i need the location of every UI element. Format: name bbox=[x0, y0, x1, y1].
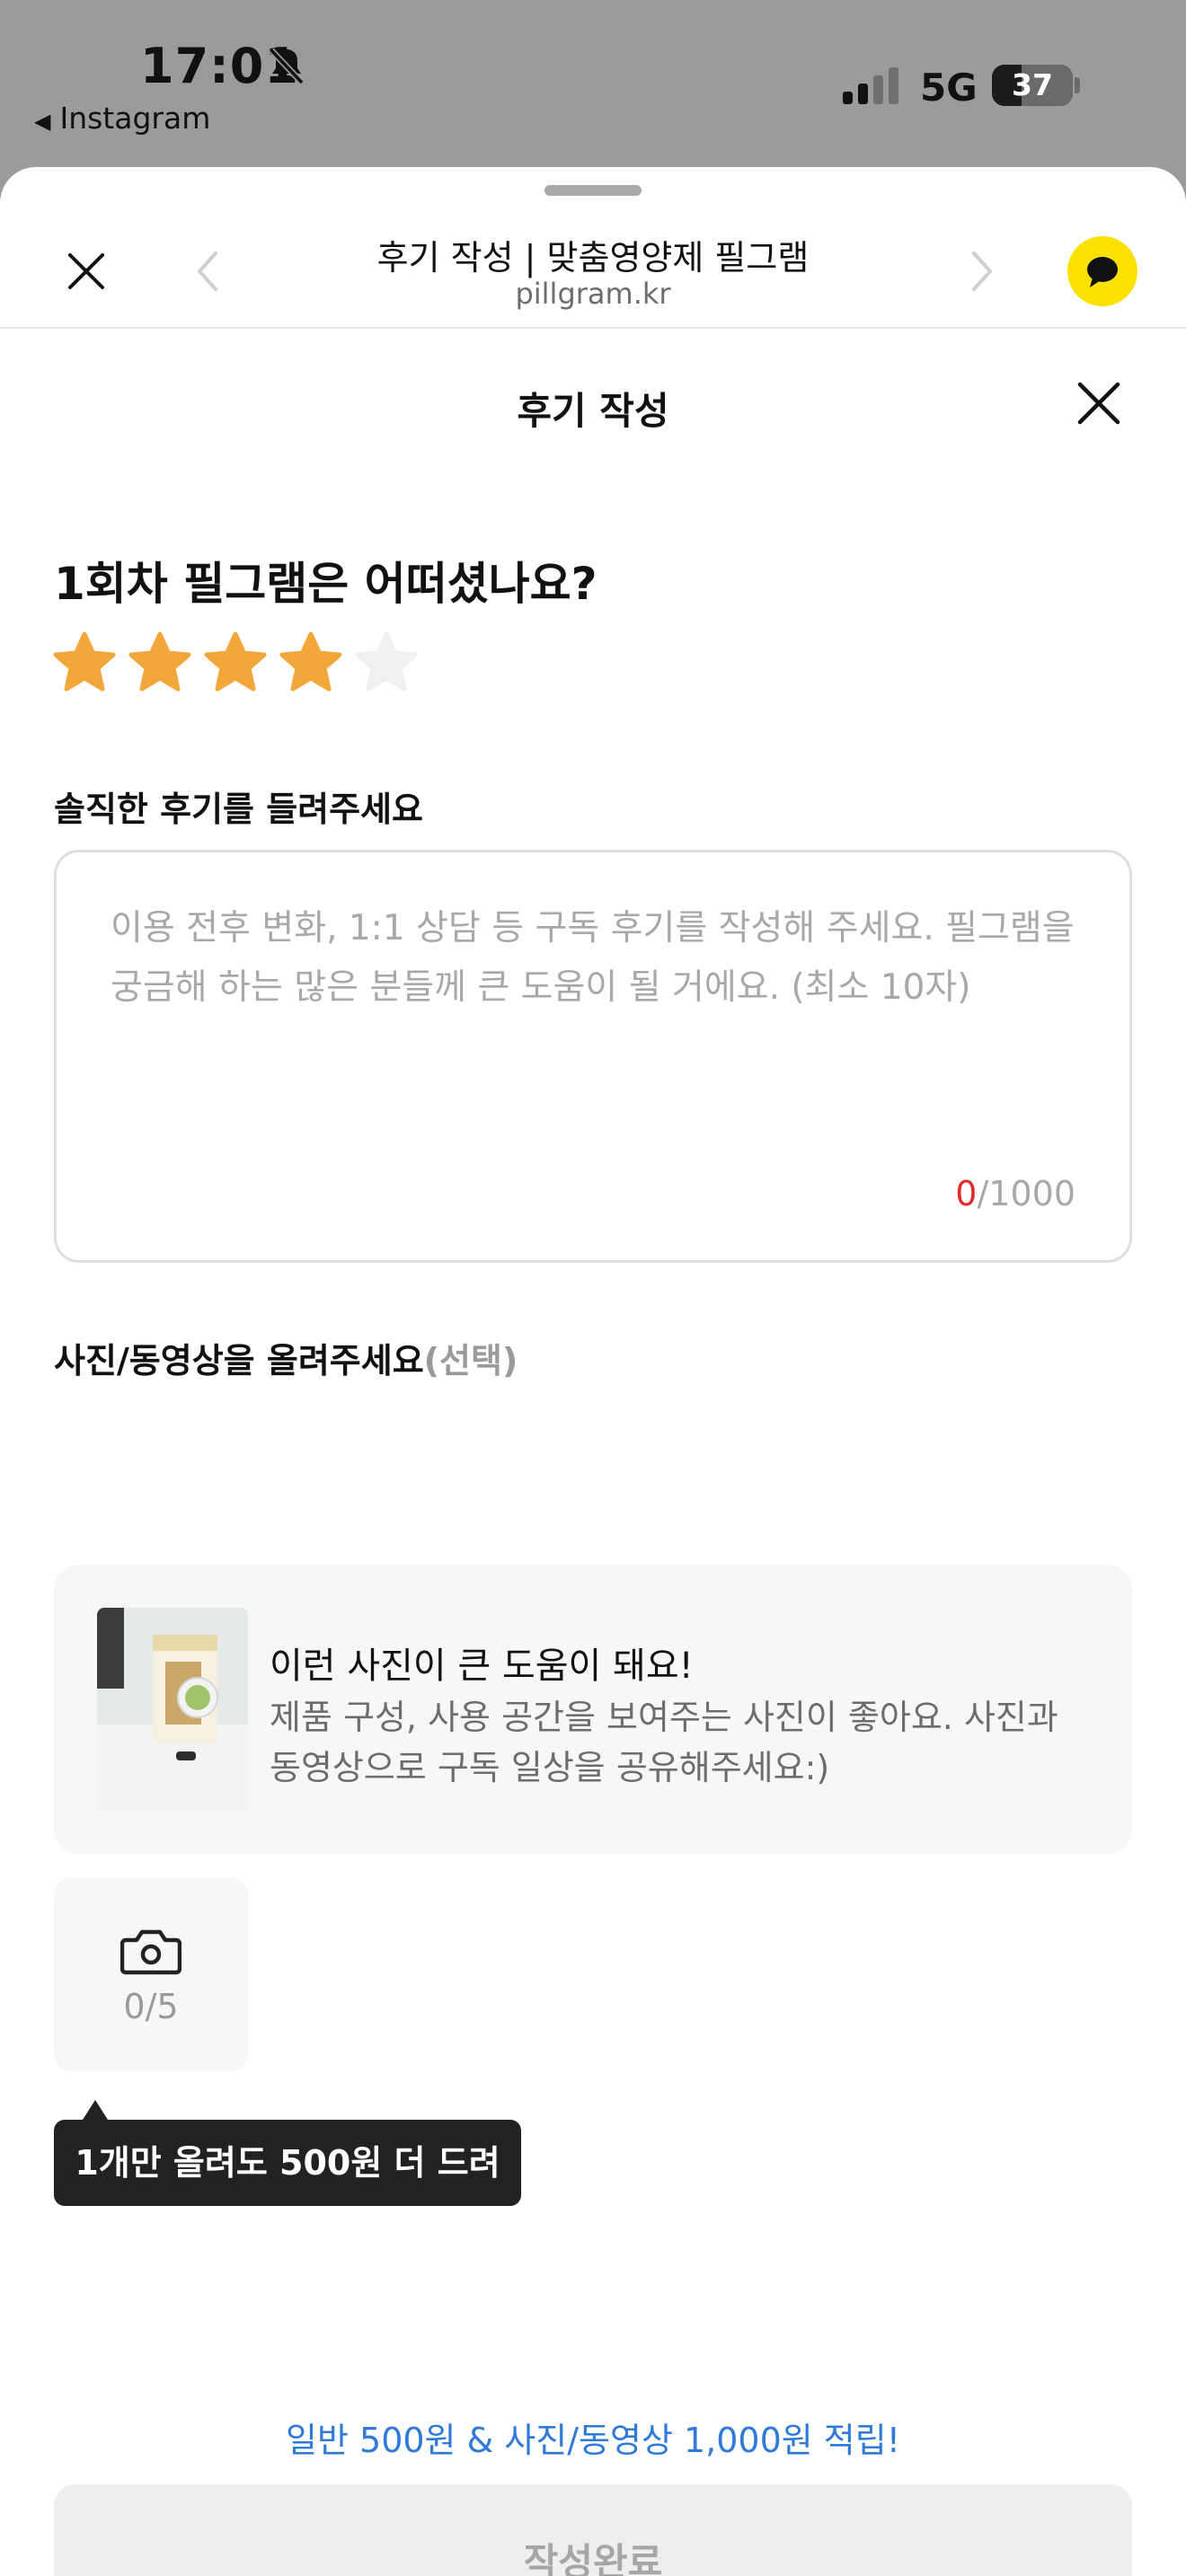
bell-muted-icon bbox=[269, 48, 305, 85]
bonus-tooltip: 1개만 올려도 500원 더 드려요! bbox=[54, 2120, 521, 2269]
character-max: /1000 bbox=[977, 1174, 1075, 1213]
review-label: 솔직한 후기를 들려주세요 bbox=[54, 790, 424, 829]
browser-close-icon[interactable] bbox=[63, 248, 110, 295]
rating-question: 1회차 필그램은 어떠셨나요? bbox=[54, 558, 597, 610]
camera-icon bbox=[120, 1929, 181, 1975]
photo-tip-title: 이런 사진이 큰 도움이 돼요! bbox=[270, 1645, 694, 1687]
star-filled-icon[interactable] bbox=[203, 631, 268, 695]
star-empty-icon[interactable] bbox=[354, 631, 419, 695]
page-title: 후기 작성 bbox=[517, 389, 669, 433]
tooltip-arrow bbox=[83, 2100, 108, 2120]
submit-button[interactable]: 작성완료 bbox=[54, 2484, 1132, 2576]
photo-tip-description: 제품 구성, 사용 공간을 보여주는 사진이 좋아요. 사진과 동영상으로 구독… bbox=[270, 1698, 1058, 1787]
star-filled-icon[interactable] bbox=[128, 631, 192, 695]
photo-upload-button[interactable]: 0/5 bbox=[54, 1877, 248, 2071]
browser-forward-icon[interactable] bbox=[969, 250, 996, 293]
back-to-app-link[interactable]: ◀ Instagram bbox=[34, 101, 210, 136]
media-label: 사진/동영상을 올려주세요(선택) bbox=[54, 1333, 518, 1382]
cellular-signal-icon bbox=[843, 67, 898, 104]
kakao-chat-button[interactable] bbox=[1067, 236, 1137, 306]
signal-bar bbox=[873, 75, 883, 104]
character-counter: 0/1000 bbox=[955, 1174, 1075, 1213]
example-photo-thumbnail bbox=[97, 1608, 248, 1811]
star-filled-icon[interactable] bbox=[52, 631, 117, 695]
signal-bar bbox=[843, 92, 853, 104]
reward-info: 일반 500원 & 사진/동영상 1,000원 적립! bbox=[286, 2421, 900, 2460]
close-icon[interactable] bbox=[1075, 379, 1123, 428]
star-filled-icon[interactable] bbox=[279, 631, 343, 695]
back-app-label: Instagram bbox=[59, 101, 211, 136]
back-triangle-icon: ◀ bbox=[34, 109, 51, 134]
character-count: 0 bbox=[955, 1174, 978, 1213]
in-app-browser-bar: 후기 작성 | 맞춤영양제 필그램 pillgram.kr bbox=[0, 167, 1186, 329]
review-textarea[interactable] bbox=[111, 899, 1081, 1142]
status-bar: 17:01 ◀ Instagram 5G 37 bbox=[0, 0, 1186, 166]
webview-sheet: 후기 작성 | 맞춤영양제 필그램 pillgram.kr 후기 작성 1회차 … bbox=[0, 167, 1186, 2576]
battery-level: 37 bbox=[1012, 67, 1053, 102]
browser-url: pillgram.kr bbox=[515, 277, 671, 311]
signal-bar bbox=[858, 84, 868, 104]
network-type: 5G bbox=[920, 66, 978, 110]
signal-bar bbox=[889, 67, 898, 104]
browser-page-title: 후기 작성 | 맞춤영양제 필그램 bbox=[376, 238, 810, 278]
battery-icon: 37 bbox=[992, 65, 1073, 106]
photo-tip-card: 이런 사진이 큰 도움이 돼요! 제품 구성, 사용 공간을 보여주는 사진이 … bbox=[54, 1565, 1132, 1854]
review-textarea-box: 0/1000 bbox=[54, 850, 1132, 1263]
upload-count: 0/5 bbox=[123, 1987, 179, 2026]
media-optional-text: (선택) bbox=[423, 1341, 518, 1381]
star-rating bbox=[52, 631, 419, 702]
browser-back-icon[interactable] bbox=[194, 250, 221, 293]
chat-bubble-icon bbox=[1087, 257, 1118, 287]
battery-cap bbox=[1075, 77, 1080, 93]
media-label-text: 사진/동영상을 올려주세요 bbox=[54, 1341, 424, 1381]
